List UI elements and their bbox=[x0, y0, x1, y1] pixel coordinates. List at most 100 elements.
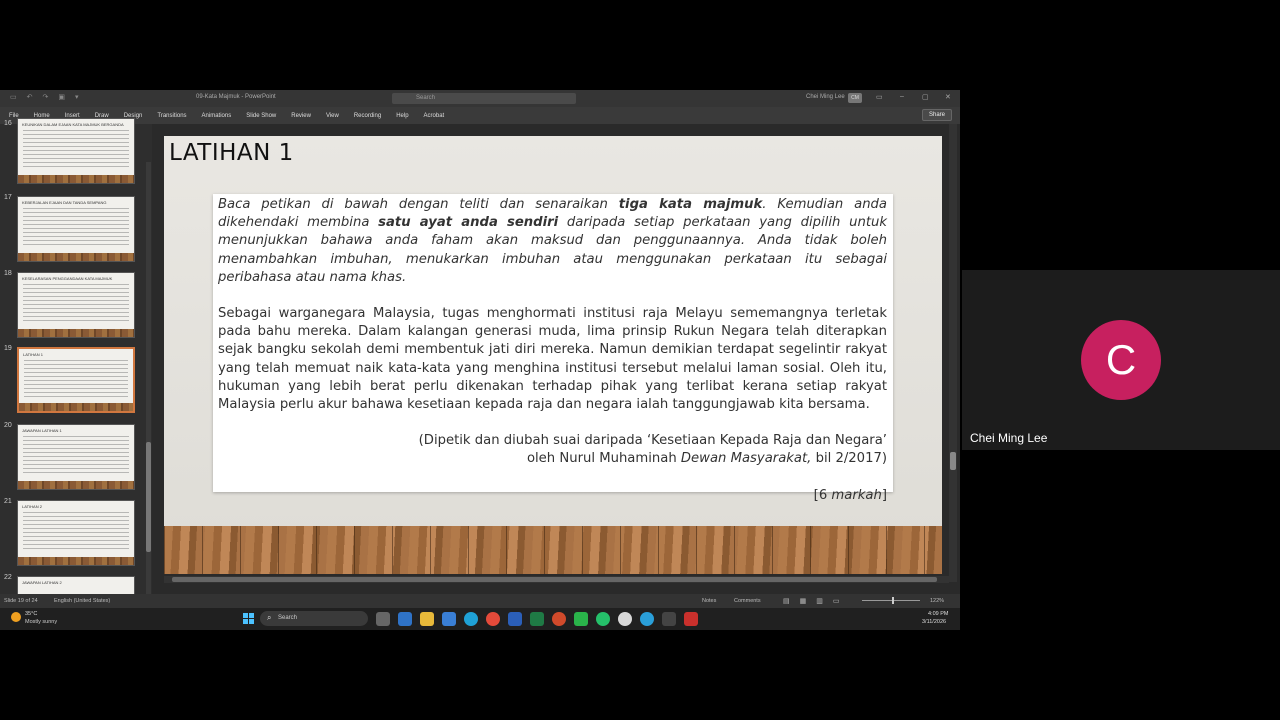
thumbnail-scrollbar[interactable] bbox=[146, 162, 151, 620]
slide-thumbnail-selected[interactable]: LATIHAN 1 bbox=[17, 347, 135, 413]
thumbnail-text-lines bbox=[23, 208, 129, 248]
thumbnail-title: JAWAPAN LATIHAN 1 bbox=[22, 428, 62, 433]
thumbnail-number: 21 bbox=[4, 498, 12, 505]
document-title: 09-Kata Majmuk - PowerPoint bbox=[196, 94, 276, 100]
minimize-icon[interactable]: – bbox=[900, 93, 904, 100]
whatsapp-icon[interactable] bbox=[596, 612, 610, 626]
windows-taskbar: 35°C Mostly sunny Search 4 bbox=[0, 608, 960, 630]
zoom-level[interactable]: 122% bbox=[930, 598, 944, 604]
thumbnail-text-lines bbox=[24, 360, 128, 400]
thumbnail-number: 17 bbox=[4, 194, 12, 201]
presenter-view-icon[interactable]: ▭ bbox=[833, 597, 840, 605]
thumbnail-number: 20 bbox=[4, 422, 12, 429]
terminal-icon[interactable] bbox=[662, 612, 676, 626]
share-button[interactable]: Share bbox=[921, 109, 952, 121]
slide-title[interactable]: LATIHAN 1 bbox=[169, 140, 294, 166]
reading-view-icon[interactable]: ▥ bbox=[816, 597, 823, 605]
thumbnail-title: LATIHAN 2 bbox=[22, 504, 42, 509]
slide-thumbnail[interactable]: KEUNIKAN DALAM EJAAN KATA MAJMUK BERGAND… bbox=[17, 118, 135, 184]
normal-view-icon[interactable]: ▤ bbox=[783, 597, 790, 605]
slide-thumbnail[interactable]: KEBERJALAN EJAAN DAN TANDA SEMPANG bbox=[17, 196, 135, 262]
file-explorer-icon[interactable] bbox=[420, 612, 434, 626]
powerpoint-icon[interactable] bbox=[552, 612, 566, 626]
source-issue: bil 2/2017) bbox=[811, 451, 887, 467]
telegram-icon[interactable] bbox=[640, 612, 654, 626]
thumbnail-title: KEBERJALAN EJAAN DAN TANDA SEMPANG bbox=[22, 200, 107, 205]
tab-view[interactable]: View bbox=[326, 113, 339, 119]
instruction-bold: tiga kata majmuk bbox=[618, 197, 763, 212]
avatar[interactable]: CM bbox=[848, 93, 862, 103]
participant-tile[interactable]: C Chei Ming Lee bbox=[962, 270, 1280, 450]
tab-recording[interactable]: Recording bbox=[354, 113, 381, 119]
thumbnail-floor bbox=[18, 253, 134, 261]
participant-name: Chei Ming Lee bbox=[970, 431, 1048, 445]
thumbnail-title: LATIHAN 1 bbox=[23, 352, 43, 357]
zoom-slider[interactable] bbox=[862, 597, 920, 604]
taskbar-search[interactable]: Search bbox=[260, 611, 368, 626]
instruction-text: Baca petikan di bawah dengan teliti dan … bbox=[218, 196, 887, 287]
taskbar-apps bbox=[376, 612, 698, 626]
thumbnail-text-lines bbox=[23, 284, 129, 324]
shared-screen: ▭ ↶ ↷ ▣ ▾ 09-Kata Majmuk - PowerPoint Se… bbox=[0, 90, 960, 630]
close-icon[interactable]: ✕ bbox=[945, 93, 951, 101]
slide-thumbnail[interactable]: KESELARASAN PENGGANDAAN KATA MAJMUK bbox=[17, 272, 135, 338]
word-icon[interactable] bbox=[508, 612, 522, 626]
acrobat-icon[interactable] bbox=[684, 612, 698, 626]
store-icon[interactable] bbox=[442, 612, 456, 626]
undo-icon[interactable]: ↶ bbox=[27, 93, 33, 101]
autosave-icon[interactable]: ▭ bbox=[10, 93, 17, 101]
wood-floor-decoration bbox=[164, 526, 942, 574]
slideshow-icon[interactable]: ▣ bbox=[58, 93, 65, 101]
current-slide[interactable]: LATIHAN 1 Baca petikan di bawah dengan t… bbox=[164, 136, 942, 574]
tab-help[interactable]: Help bbox=[396, 113, 408, 119]
thumbnail-floor bbox=[19, 403, 133, 411]
tab-slide-show[interactable]: Slide Show bbox=[246, 113, 276, 119]
edge-icon[interactable] bbox=[464, 612, 478, 626]
windows-start-icon[interactable] bbox=[243, 613, 254, 624]
slide-thumbnail[interactable]: LATIHAN 2 bbox=[17, 500, 135, 566]
clock-time[interactable]: 4:09 PM bbox=[928, 611, 948, 617]
task-view-icon[interactable] bbox=[376, 612, 390, 626]
chrome-icon[interactable] bbox=[486, 612, 500, 626]
weather-icon[interactable] bbox=[11, 612, 21, 622]
thumbnail-text-lines bbox=[23, 436, 129, 476]
thumbnail-number: 19 bbox=[4, 345, 12, 352]
slide-text-box[interactable]: Baca petikan di bawah dengan teliti dan … bbox=[213, 194, 893, 503]
scrollbar-thumb[interactable] bbox=[172, 577, 937, 582]
tab-review[interactable]: Review bbox=[291, 113, 311, 119]
source-line: (Dipetik dan diubah suai daripada ‘Keset… bbox=[418, 433, 887, 449]
tab-acrobat[interactable]: Acrobat bbox=[424, 113, 445, 119]
ribbon-display-icon[interactable]: ▭ bbox=[876, 93, 883, 101]
slide-sorter-icon[interactable]: ▦ bbox=[800, 597, 807, 605]
thumbnail-floor bbox=[18, 557, 134, 565]
slide-thumbnail-pane: 16 KEUNIKAN DALAM EJAAN KATA MAJMUK BERG… bbox=[0, 118, 152, 630]
tab-transitions[interactable]: Transitions bbox=[157, 113, 186, 119]
source-publication: Dewan Masyarakat, bbox=[680, 451, 812, 467]
notes-button[interactable]: Notes bbox=[702, 598, 716, 604]
title-bar: ▭ ↶ ↷ ▣ ▾ 09-Kata Majmuk - PowerPoint Se… bbox=[0, 90, 960, 107]
language-indicator[interactable]: English (United States) bbox=[54, 598, 110, 604]
thumbnail-title: KEUNIKAN DALAM EJAAN KATA MAJMUK BERGAND… bbox=[22, 122, 124, 127]
comments-button[interactable]: Comments bbox=[734, 598, 761, 604]
app-icon[interactable] bbox=[618, 612, 632, 626]
customize-icon[interactable]: ▾ bbox=[75, 93, 79, 101]
status-bar: Slide 19 of 24 English (United States) N… bbox=[0, 594, 960, 608]
maximize-icon[interactable]: ▢ bbox=[922, 93, 929, 101]
slide-editor: LATIHAN 1 Baca petikan di bawah dengan t… bbox=[152, 124, 960, 594]
slide-thumbnail[interactable]: JAWAPAN LATIHAN 1 bbox=[17, 424, 135, 490]
slide-counter: Slide 19 of 24 bbox=[4, 598, 38, 604]
clock-date[interactable]: 3/11/2026 bbox=[922, 619, 946, 625]
scrollbar-thumb[interactable] bbox=[950, 452, 956, 470]
search-box[interactable]: Search bbox=[392, 93, 576, 104]
redo-icon[interactable]: ↷ bbox=[43, 93, 49, 101]
quick-access-toolbar: ▭ ↶ ↷ ▣ ▾ bbox=[10, 93, 79, 101]
excel-icon[interactable] bbox=[530, 612, 544, 626]
tab-animations[interactable]: Animations bbox=[202, 113, 232, 119]
horizontal-scrollbar[interactable] bbox=[164, 576, 949, 583]
thumbnail-floor bbox=[18, 481, 134, 489]
wechat-icon[interactable] bbox=[574, 612, 588, 626]
thumbnail-number: 22 bbox=[4, 574, 12, 581]
vertical-scrollbar[interactable] bbox=[949, 124, 957, 582]
widgets-icon[interactable] bbox=[398, 612, 412, 626]
scrollbar-thumb[interactable] bbox=[146, 442, 151, 552]
